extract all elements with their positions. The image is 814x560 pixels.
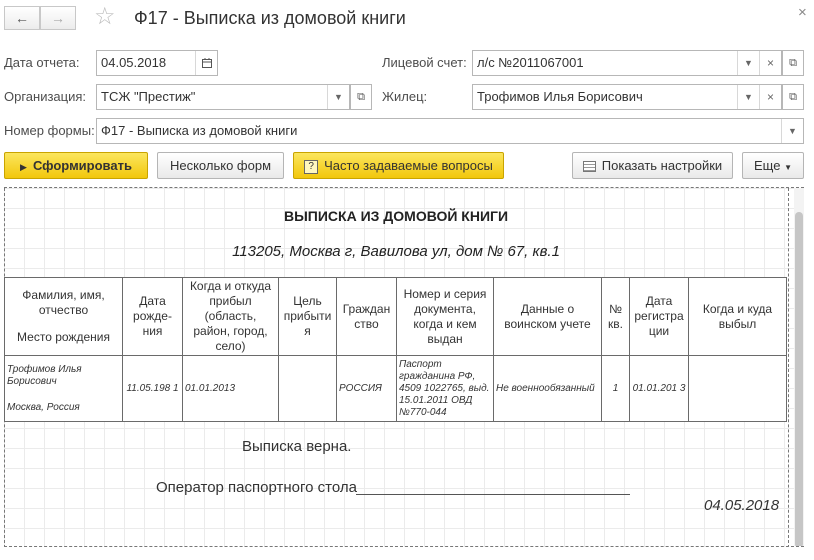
- header-apartment: № кв.: [601, 277, 630, 356]
- account-field[interactable]: л/с №2011067001 ▼ ×: [472, 50, 782, 76]
- clear-icon[interactable]: ×: [759, 85, 781, 109]
- cell-birth-date: 11.05.198 1: [122, 355, 183, 422]
- play-icon: ▶: [20, 162, 27, 172]
- report-footer-date: 04.05.2018: [704, 497, 780, 514]
- operator-label: Оператор паспортного стола: [156, 479, 357, 496]
- cell-military: Не военнообязанный: [493, 355, 602, 422]
- register-table: Фамилия, имя, отчество Место рождения Да…: [4, 277, 787, 422]
- cell-document: Паспорт гражданина РФ, 4509 1022765, выд…: [396, 355, 494, 422]
- several-forms-button[interactable]: Несколько форм: [157, 152, 284, 179]
- verified-text: Выписка верна.: [242, 438, 352, 455]
- header-military: Данные о воинском учете: [493, 277, 602, 356]
- cell-reg-date: 01.01.201 3: [629, 355, 689, 422]
- table-header-row: Фамилия, имя, отчество Место рождения Да…: [4, 277, 787, 356]
- open-organization-button[interactable]: ⧉: [350, 84, 372, 110]
- chevron-down-icon: ▼: [784, 163, 792, 172]
- generate-button[interactable]: ▶ Сформировать: [4, 152, 148, 179]
- cell-purpose: [278, 355, 337, 422]
- header-document: Номер и серия документа, когда и кем выд…: [396, 277, 494, 356]
- report-title: ВЫПИСКА ИЗ ДОМОВОЙ КНИГИ: [283, 208, 509, 224]
- organization-field[interactable]: ТСЖ "Престиж" ▼: [96, 84, 350, 110]
- report-date-field[interactable]: 04.05.2018: [96, 50, 218, 76]
- header-citizenship: Граждан ство: [336, 277, 397, 356]
- resident-value: Трофимов Илья Борисович: [477, 89, 643, 104]
- more-button[interactable]: Еще ▼: [742, 152, 804, 179]
- organization-value: ТСЖ "Престиж": [101, 89, 196, 104]
- arrow-left-icon: ←: [15, 10, 29, 26]
- calendar-icon[interactable]: [195, 51, 217, 75]
- clear-icon[interactable]: ×: [759, 51, 781, 75]
- show-settings-button[interactable]: Показать настройки: [572, 152, 733, 179]
- scrollbar-thumb[interactable]: [795, 212, 803, 546]
- open-account-button[interactable]: ⧉: [782, 50, 804, 76]
- header-departure: Когда и куда выбыл: [688, 277, 787, 356]
- arrow-right-icon: →: [51, 10, 65, 26]
- resident-field[interactable]: Трофимов Илья Борисович ▼ ×: [472, 84, 782, 110]
- cell-arrival: 01.01.2013: [182, 355, 279, 422]
- favorite-star-icon[interactable]: ☆: [94, 4, 116, 30]
- signature-line: [356, 494, 630, 495]
- open-resident-button[interactable]: ⧉: [782, 84, 804, 110]
- header-birth-date: Дата рожде-ния: [122, 277, 183, 356]
- chevron-down-icon[interactable]: ▼: [327, 85, 349, 109]
- form-number-label: Номер формы:: [4, 123, 95, 138]
- table-row: Трофимов Илья Борисович Москва, Россия 1…: [4, 355, 787, 422]
- header-arrival: Когда и откуда прибыл (область, район, г…: [182, 277, 279, 356]
- cell-departure: [688, 355, 787, 422]
- header-name: Фамилия, имя, отчество Место рождения: [4, 277, 123, 356]
- open-window-icon: ⧉: [357, 91, 365, 103]
- close-icon[interactable]: ×: [798, 4, 807, 21]
- report-address: 113205, Москва г, Вавилова ул, дом № 67,…: [232, 243, 560, 260]
- account-value: л/с №2011067001: [477, 55, 584, 70]
- report-area[interactable]: ВЫПИСКА ИЗ ДОМОВОЙ КНИГИ 113205, Москва …: [4, 187, 804, 547]
- faq-button[interactable]: ? Часто задаваемые вопросы: [293, 152, 504, 179]
- report-date-value: 04.05.2018: [101, 55, 167, 70]
- form-number-value: Ф17 - Выписка из домовой книги: [101, 123, 298, 138]
- form-number-field[interactable]: Ф17 - Выписка из домовой книги ▼: [96, 118, 804, 144]
- report-date-label: Дата отчета:: [4, 55, 80, 70]
- header-reg-date: Дата регистра ции: [629, 277, 689, 356]
- organization-label: Организация:: [4, 89, 87, 104]
- header-purpose: Цель прибытия: [278, 277, 337, 356]
- forward-button[interactable]: →: [40, 6, 76, 30]
- chevron-down-icon[interactable]: ▼: [737, 51, 759, 75]
- vertical-scrollbar[interactable]: [794, 188, 804, 546]
- question-icon: ?: [304, 159, 319, 174]
- open-window-icon: ⧉: [789, 91, 797, 103]
- back-button[interactable]: ←: [4, 6, 40, 30]
- cell-name: Трофимов Илья Борисович Москва, Россия: [4, 355, 123, 422]
- chevron-down-icon[interactable]: ▼: [737, 85, 759, 109]
- window-title: Ф17 - Выписка из домовой книги: [134, 8, 406, 28]
- cell-apartment: 1: [601, 355, 630, 422]
- chevron-down-icon[interactable]: ▼: [781, 119, 803, 143]
- account-label: Лицевой счет:: [382, 55, 467, 70]
- resident-label: Жилец:: [382, 89, 428, 104]
- settings-list-icon: [582, 161, 596, 173]
- cell-citizenship: РОССИЯ: [336, 355, 397, 422]
- open-window-icon: ⧉: [789, 57, 797, 69]
